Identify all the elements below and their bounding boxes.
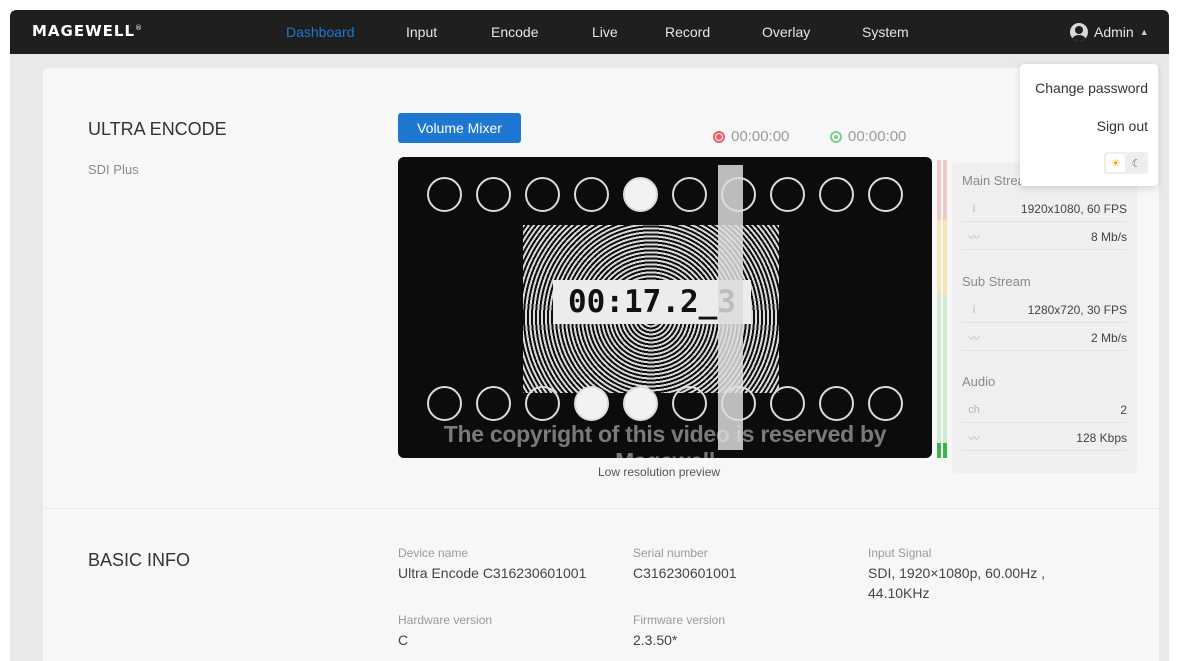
audio-meter-right	[943, 160, 947, 458]
main-stream-resolution-row: i 1920x1080, 60 FPS	[962, 196, 1127, 222]
sub-stream-title: Sub Stream	[962, 274, 1031, 289]
user-dropdown-menu: Change password Sign out ☀ ☾	[1020, 64, 1158, 186]
video-preview[interactable]: 00:17.2_3 The copyright of this video is…	[398, 157, 932, 458]
circle-marker	[574, 177, 609, 212]
hardware-version-label: Hardware version	[398, 613, 493, 627]
circle-marker	[476, 386, 511, 421]
basic-info-card	[43, 509, 1159, 661]
circle-marker	[819, 177, 854, 212]
circle-marker	[672, 177, 707, 212]
user-name: Admin	[1094, 24, 1134, 40]
circle-marker	[868, 177, 903, 212]
main-stream-bitrate-row: 〰 8 Mb/s	[962, 224, 1127, 250]
sub-stream-resolution-row: i 1280x720, 30 FPS	[962, 297, 1127, 323]
input-signal-label: Input Signal	[868, 546, 932, 560]
user-menu-toggle[interactable]: Admin ▲	[1070, 23, 1149, 41]
device-name-label: Device name	[398, 546, 469, 560]
copyright-watermark: The copyright of this video is reserved …	[443, 421, 887, 458]
circle-marker	[623, 177, 658, 212]
input-signal-value-line1: SDI, 1920×1080p, 60.00Hz ,	[868, 565, 1046, 581]
sweep-bar	[718, 165, 743, 450]
info-icon: i	[972, 303, 976, 316]
audio-title: Audio	[962, 374, 996, 389]
bitrate-wave-icon: 〰	[968, 432, 980, 445]
input-signal-value-line2: 44.10KHz	[868, 585, 930, 601]
live-dot-icon	[830, 130, 842, 143]
basic-info-title: BASIC INFO	[88, 550, 191, 570]
audio-level-left	[937, 443, 941, 458]
sign-out-item[interactable]: Sign out	[1097, 118, 1148, 134]
circle-marker	[525, 177, 560, 212]
device-title: ULTRA ENCODE	[88, 119, 227, 139]
circle-marker	[574, 386, 609, 421]
audio-meter-left	[937, 160, 941, 458]
user-avatar-icon	[1070, 23, 1088, 41]
channel-label: ch	[968, 403, 980, 416]
sub-stream-bitrate-row: 〰 2 Mb/s	[962, 325, 1127, 351]
device-subtitle: SDI Plus	[88, 162, 139, 177]
serial-value: C316230601001	[633, 565, 737, 581]
magewell-logo[interactable]: MAGEWELL®	[32, 22, 143, 40]
circle-marker	[427, 386, 462, 421]
circle-marker	[819, 386, 854, 421]
circle-marker	[672, 386, 707, 421]
preview-caption: Low resolution preview	[598, 465, 721, 479]
circle-marker	[525, 386, 560, 421]
circle-marker	[476, 177, 511, 212]
top-circle-row	[398, 177, 932, 212]
stream-stats-panel: Main Stream i 1920x1080, 60 FPS 〰 8 Mb/s…	[952, 163, 1137, 473]
theme-toggle[interactable]: ☀ ☾	[1104, 152, 1148, 174]
bitrate-wave-icon: 〰	[968, 231, 980, 244]
audio-level-right	[943, 443, 947, 458]
moon-icon[interactable]: ☾	[1127, 154, 1146, 172]
circle-marker	[770, 386, 805, 421]
firmware-version-label: Firmware version	[633, 613, 726, 627]
bottom-circle-row	[398, 386, 932, 421]
record-dot-icon	[713, 130, 725, 143]
bitrate-wave-icon: 〰	[968, 332, 980, 345]
sun-icon[interactable]: ☀	[1106, 154, 1125, 172]
audio-bitrate-row: 〰 128 Kbps	[962, 425, 1127, 451]
firmware-version-value: 2.3.50*	[633, 632, 678, 648]
circle-marker	[427, 177, 462, 212]
device-name-value: Ultra Encode C316230601001	[398, 565, 587, 581]
circle-marker	[868, 386, 903, 421]
change-password-item[interactable]: Change password	[1035, 80, 1148, 96]
hardware-version-value: C	[398, 632, 409, 648]
nav-overlay[interactable]: Overlay	[762, 24, 810, 40]
nav-dashboard[interactable]: Dashboard	[286, 24, 355, 40]
circle-marker	[770, 177, 805, 212]
nav-live[interactable]: Live	[592, 24, 618, 40]
circle-marker	[623, 386, 658, 421]
caret-up-icon: ▲	[1139, 27, 1149, 37]
nav-record[interactable]: Record	[665, 24, 710, 40]
audio-channels-row: ch 2	[962, 397, 1127, 423]
nav-input[interactable]: Input	[406, 24, 437, 40]
app-window: MAGEWELL® Dashboard Input Encode Live Re…	[10, 10, 1169, 661]
live-timer: 00:00:00	[830, 128, 906, 145]
volume-mixer-button[interactable]: Volume Mixer	[398, 113, 521, 143]
top-nav-bar: MAGEWELL® Dashboard Input Encode Live Re…	[10, 10, 1169, 54]
record-timer: 00:00:00	[713, 128, 789, 145]
nav-system[interactable]: System	[862, 24, 909, 40]
serial-label: Serial number	[633, 546, 708, 560]
nav-encode[interactable]: Encode	[491, 24, 538, 40]
info-icon: i	[972, 202, 976, 215]
